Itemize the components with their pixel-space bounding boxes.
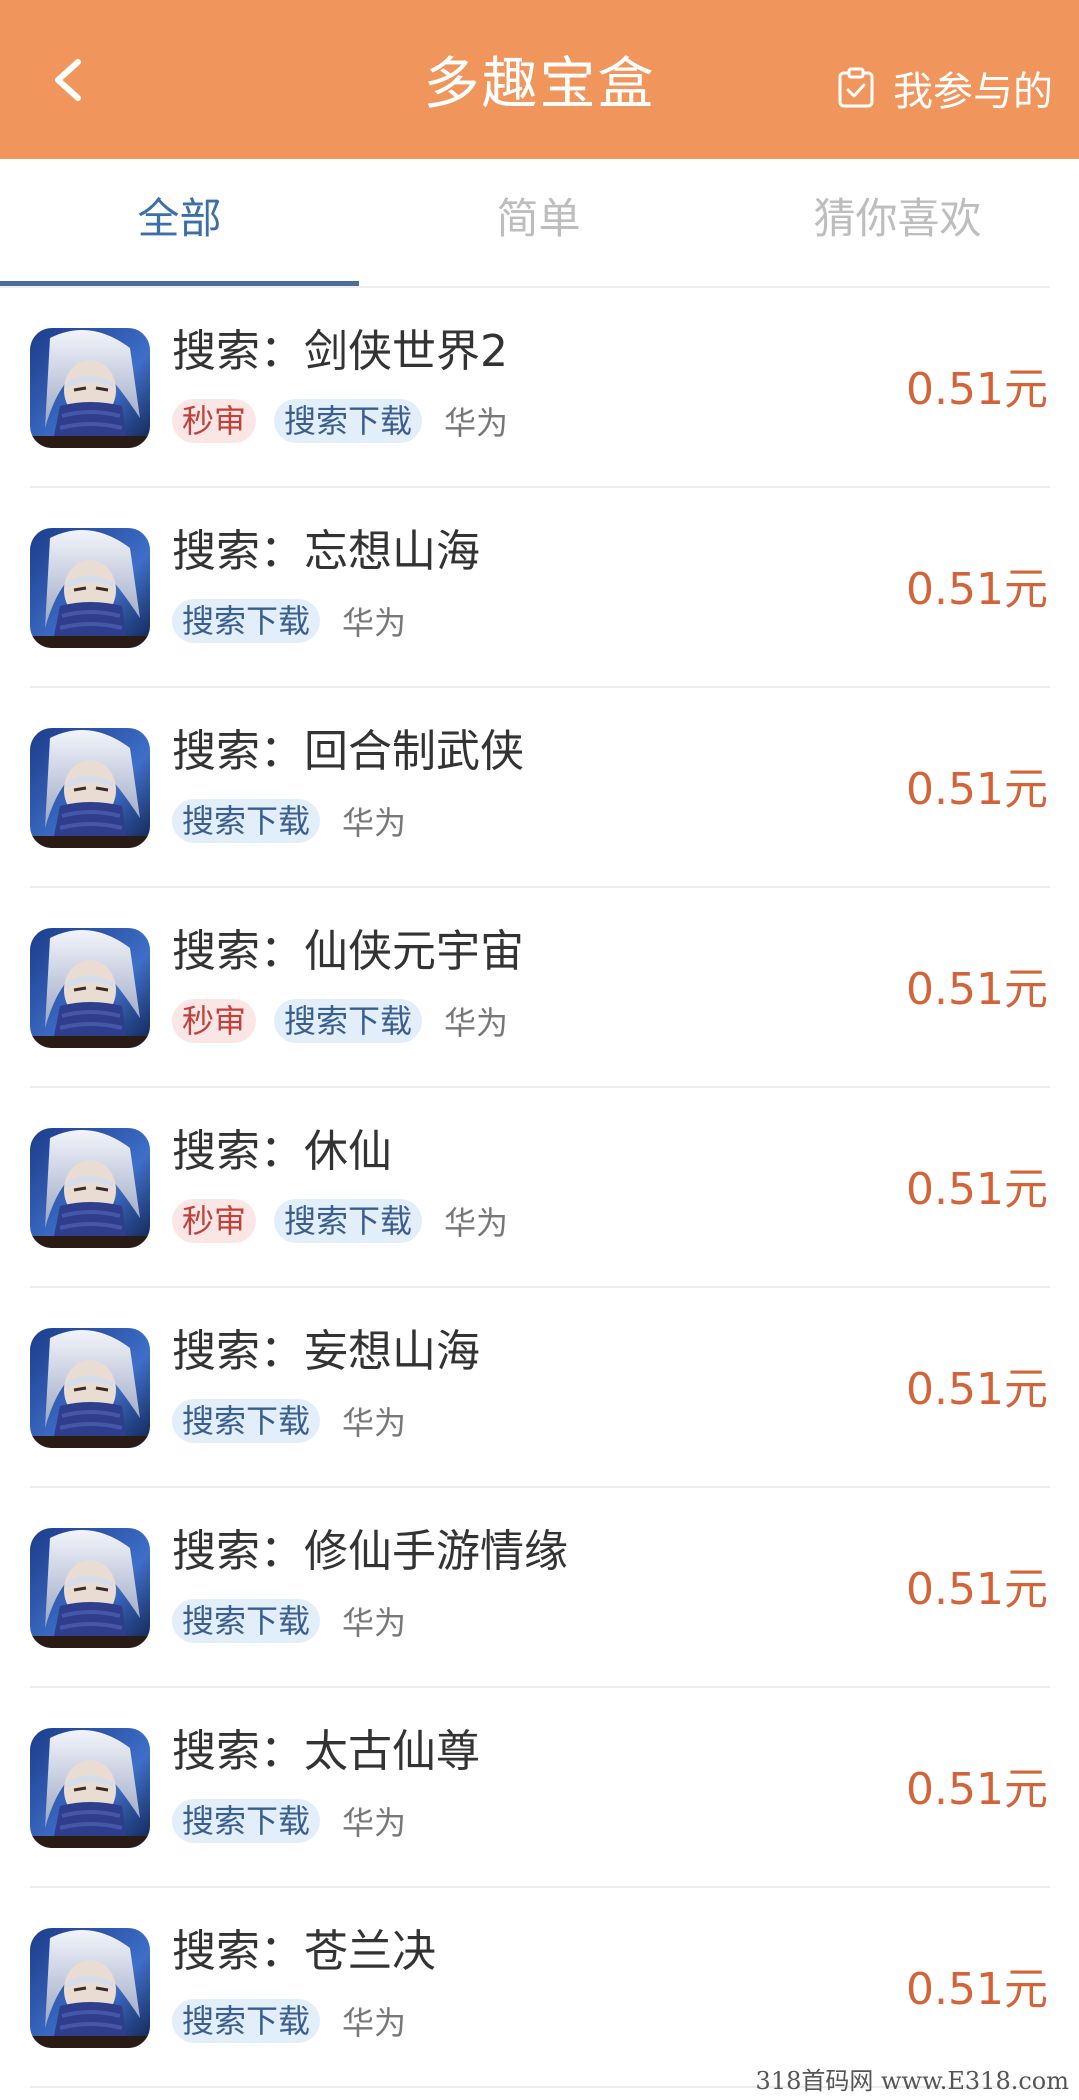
game-avatar (30, 328, 150, 448)
task-price: 0.51元 (906, 564, 1048, 615)
task-tags: 搜索下载 华为 (172, 598, 406, 644)
fast-review-badge: 秒审 (172, 399, 257, 443)
game-avatar (30, 728, 150, 848)
task-title: 搜索：仙侠元宇宙 (172, 926, 524, 977)
game-avatar (30, 1328, 150, 1448)
task-price: 0.51元 (906, 764, 1048, 815)
platform-label: 华为 (342, 1804, 407, 1842)
platform-label: 华为 (342, 1404, 407, 1442)
fast-review-badge: 秒审 (172, 1199, 257, 1243)
my-participation-button[interactable]: 我参与的 (837, 58, 1053, 118)
task-row[interactable]: 搜索：剑侠世界2 秒审 搜索下载 华为 0.51元 (30, 288, 1050, 488)
task-title: 搜索：苍兰决 (172, 1926, 436, 1977)
task-title: 搜索：忘想山海 (172, 526, 480, 577)
task-row[interactable]: 搜索：修仙手游情缘 搜索下载 华为 0.51元 (30, 1488, 1050, 1688)
my-participation-label: 我参与的 (893, 69, 1053, 115)
search-download-badge: 搜索下载 (274, 1199, 423, 1243)
task-tags: 秒审 搜索下载 华为 (172, 398, 508, 444)
search-download-badge: 搜索下载 (172, 599, 321, 643)
search-download-badge: 搜索下载 (172, 1799, 321, 1843)
task-price: 0.51元 (906, 364, 1048, 415)
task-list: 搜索：剑侠世界2 秒审 搜索下载 华为 0.51元 搜索：忘想山海 搜索下载 华… (0, 288, 1079, 2088)
search-download-badge: 搜索下载 (274, 399, 423, 443)
task-row[interactable]: 搜索：妄想山海 搜索下载 华为 0.51元 (30, 1288, 1050, 1488)
task-tags: 搜索下载 华为 (172, 1998, 406, 2044)
game-avatar (30, 1128, 150, 1248)
task-tags: 秒审 搜索下载 华为 (172, 998, 508, 1044)
task-title: 搜索：妄想山海 (172, 1326, 480, 1377)
task-row[interactable]: 搜索：休仙 秒审 搜索下载 华为 0.51元 (30, 1088, 1050, 1288)
platform-label: 华为 (444, 1004, 509, 1042)
task-title: 搜索：修仙手游情缘 (172, 1526, 568, 1577)
platform-label: 华为 (342, 1604, 407, 1642)
task-row[interactable]: 搜索：忘想山海 搜索下载 华为 0.51元 (30, 488, 1050, 688)
task-price: 0.51元 (906, 1964, 1048, 2015)
game-avatar (30, 1728, 150, 1848)
game-avatar (30, 1928, 150, 2048)
platform-label: 华为 (342, 2004, 407, 2042)
task-title: 搜索：剑侠世界2 (172, 326, 508, 377)
task-tags: 搜索下载 华为 (172, 798, 406, 844)
watermark: 318首码网 www.E318.com (755, 2067, 1069, 2095)
task-title: 搜索：太古仙尊 (172, 1726, 480, 1777)
platform-label: 华为 (342, 604, 407, 642)
platform-label: 华为 (342, 804, 407, 842)
task-price: 0.51元 (906, 1764, 1048, 1815)
tab-simple[interactable]: 简单 (359, 159, 718, 287)
task-tags: 秒审 搜索下载 华为 (172, 1198, 508, 1244)
game-avatar (30, 528, 150, 648)
task-tags: 搜索下载 华为 (172, 1598, 406, 1644)
platform-label: 华为 (444, 1204, 509, 1242)
game-avatar (30, 928, 150, 1048)
task-price: 0.51元 (906, 1564, 1048, 1615)
tab-guess-you-like[interactable]: 猜你喜欢 (718, 159, 1077, 287)
search-download-badge: 搜索下载 (172, 799, 321, 843)
game-avatar (30, 1528, 150, 1648)
task-price: 0.51元 (906, 1364, 1048, 1415)
task-row[interactable]: 搜索：苍兰决 搜索下载 华为 0.51元 (30, 1888, 1050, 2088)
tab-all[interactable]: 全部 (0, 159, 359, 287)
tab-bar: 全部 简单 猜你喜欢 (0, 159, 1079, 287)
clipboard-check-icon (838, 67, 874, 108)
task-row[interactable]: 搜索：太古仙尊 搜索下载 华为 0.51元 (30, 1688, 1050, 1888)
fast-review-badge: 秒审 (172, 999, 257, 1043)
task-title: 搜索：休仙 (172, 1126, 392, 1177)
task-price: 0.51元 (906, 964, 1048, 1015)
task-tags: 搜索下载 华为 (172, 1398, 406, 1444)
task-row[interactable]: 搜索：回合制武侠 搜索下载 华为 0.51元 (30, 688, 1050, 888)
search-download-badge: 搜索下载 (172, 1999, 321, 2043)
search-download-badge: 搜索下载 (274, 999, 423, 1043)
app-header: 多趣宝盒 我参与的 (0, 0, 1079, 159)
task-tags: 搜索下载 华为 (172, 1798, 406, 1844)
task-title: 搜索：回合制武侠 (172, 726, 524, 777)
platform-label: 华为 (444, 404, 509, 442)
search-download-badge: 搜索下载 (172, 1599, 321, 1643)
task-row[interactable]: 搜索：仙侠元宇宙 秒审 搜索下载 华为 0.51元 (30, 888, 1050, 1088)
task-price: 0.51元 (906, 1164, 1048, 1215)
search-download-badge: 搜索下载 (172, 1399, 321, 1443)
